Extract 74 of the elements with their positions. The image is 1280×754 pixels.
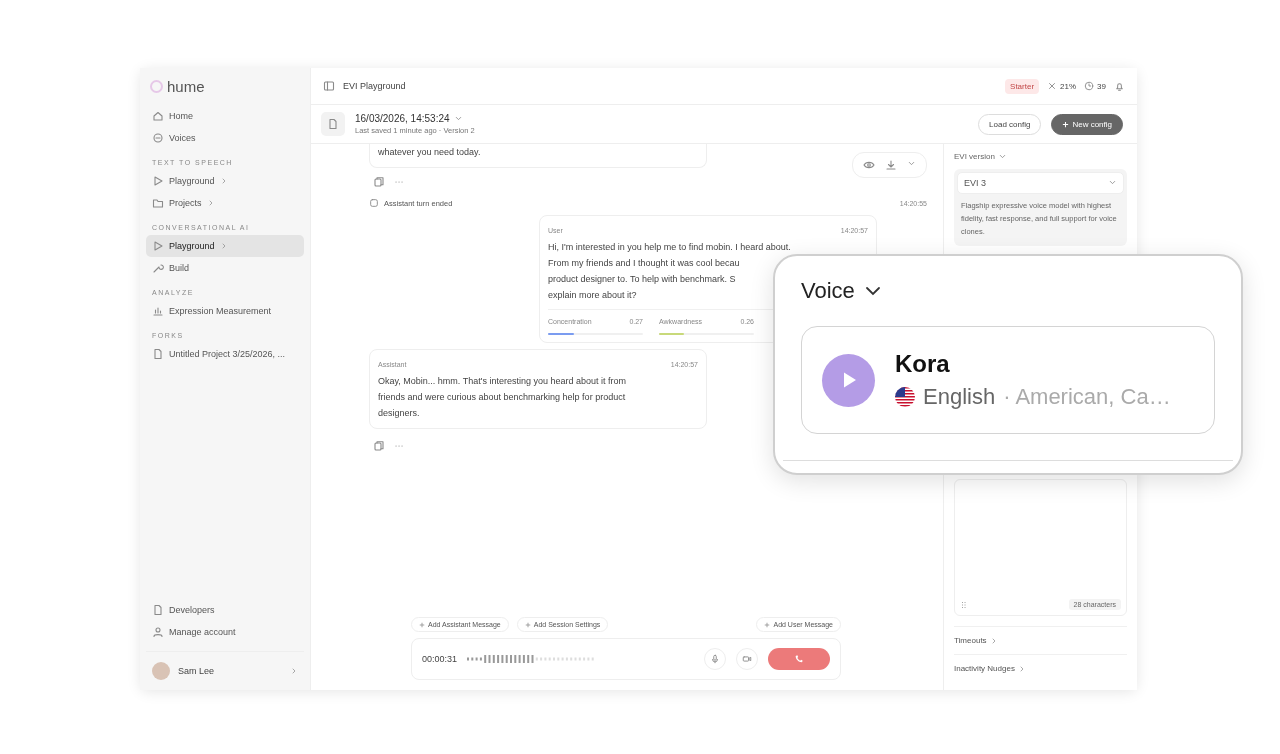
sidebar-item[interactable]: Build bbox=[146, 257, 304, 279]
eye-icon bbox=[863, 159, 875, 171]
mic-icon bbox=[710, 654, 720, 664]
chevron-down-icon bbox=[997, 152, 1007, 161]
logo-icon bbox=[150, 80, 163, 93]
message-text: whatever you need today. bbox=[369, 144, 707, 168]
voice-details: · American, Ca… bbox=[1003, 384, 1171, 410]
field-label: EVI version bbox=[954, 152, 995, 161]
chevron-down-icon bbox=[453, 114, 463, 123]
message-line: product designer to. To help with benchmark. S bbox=[548, 273, 736, 286]
message-line: Hi, I'm interested in you help me to find mobin. I heard about. bbox=[548, 241, 791, 254]
avatar bbox=[152, 662, 170, 680]
user-name[interactable]: Sam Lee bbox=[178, 666, 215, 676]
settings-section[interactable]: Timeouts bbox=[954, 626, 1127, 654]
chart-icon bbox=[152, 305, 164, 317]
message-line: designers. bbox=[378, 407, 420, 420]
sidebar-item[interactable]: Playground bbox=[146, 170, 304, 192]
clock-icon bbox=[1084, 81, 1095, 91]
bell-icon bbox=[1114, 80, 1125, 92]
mic-button[interactable] bbox=[704, 648, 726, 670]
section-title[interactable]: Voice bbox=[801, 278, 855, 304]
voice-language: English bbox=[923, 384, 996, 410]
document-icon bbox=[327, 118, 339, 130]
session-title[interactable]: 16/03/2026, 14:53:24 bbox=[355, 113, 450, 124]
credits-value: 39 bbox=[1097, 81, 1106, 91]
person-icon bbox=[152, 626, 164, 638]
folder-icon bbox=[152, 197, 164, 209]
play-icon bbox=[152, 175, 164, 187]
sidebar-item[interactable]: Home bbox=[146, 105, 304, 127]
chevron-down-icon bbox=[907, 159, 916, 168]
voice-card[interactable]: Kora English · American, Ca… bbox=[801, 326, 1215, 434]
sidebar-item[interactable]: Expression Measurement bbox=[146, 300, 304, 322]
plus-icon bbox=[419, 621, 425, 628]
plus-icon bbox=[764, 621, 771, 628]
phone-icon bbox=[794, 654, 804, 664]
copy-icon bbox=[373, 176, 385, 188]
sidebar-item[interactable]: Voices bbox=[146, 127, 304, 149]
chevron-icon bbox=[290, 667, 298, 675]
sidebar-item[interactable]: Projects bbox=[146, 192, 304, 214]
sidebar-item[interactable]: Playground bbox=[146, 235, 304, 257]
end-call-button[interactable] bbox=[768, 648, 830, 670]
chevron-down-icon bbox=[864, 286, 881, 296]
new-config-button[interactable]: New config bbox=[1051, 113, 1123, 135]
sidebar-item[interactable]: Developers bbox=[146, 599, 304, 621]
cross-icon bbox=[1047, 81, 1058, 91]
plus-icon bbox=[524, 621, 531, 628]
chevron-down-icon bbox=[1108, 178, 1117, 187]
sidebar-item[interactable]: Untitled Project 3/25/2026, ... bbox=[146, 343, 304, 365]
plus-icon bbox=[1062, 120, 1070, 128]
usage-value: 21% bbox=[1060, 81, 1077, 91]
flag-icon bbox=[895, 387, 915, 407]
play-icon bbox=[152, 240, 164, 252]
load-config-button[interactable]: Load config bbox=[978, 113, 1042, 135]
call-timer: 00:00:31 bbox=[422, 654, 458, 664]
message-line: explain more about it? bbox=[548, 289, 637, 302]
plan-badge: Starter bbox=[1005, 78, 1040, 94]
copy-icon bbox=[373, 440, 385, 452]
page-title: EVI Playground bbox=[343, 81, 406, 91]
voice-name: Kora bbox=[895, 350, 951, 378]
sidebar-toggle-icon bbox=[323, 80, 335, 92]
sidebar-item[interactable]: Manage account bbox=[146, 621, 304, 643]
document-icon bbox=[152, 604, 164, 616]
camera-icon bbox=[742, 654, 752, 664]
message-line: From my friends and I thought it was cool becau bbox=[548, 257, 740, 270]
message-line: friends and were curious about benchmarking help for product bbox=[378, 391, 626, 404]
message-line: Okay, Mobin... hmm. That's interesting you heard about it from bbox=[378, 375, 626, 388]
version-select[interactable]: EVI 3 bbox=[957, 172, 1124, 194]
camera-button[interactable] bbox=[736, 648, 758, 670]
logo: hume bbox=[167, 78, 205, 95]
settings-section[interactable]: Inactivity Nudges bbox=[954, 654, 1127, 682]
document-icon bbox=[152, 348, 164, 360]
download-icon bbox=[885, 159, 897, 171]
play-button[interactable] bbox=[822, 353, 875, 407]
home-icon bbox=[152, 110, 164, 122]
